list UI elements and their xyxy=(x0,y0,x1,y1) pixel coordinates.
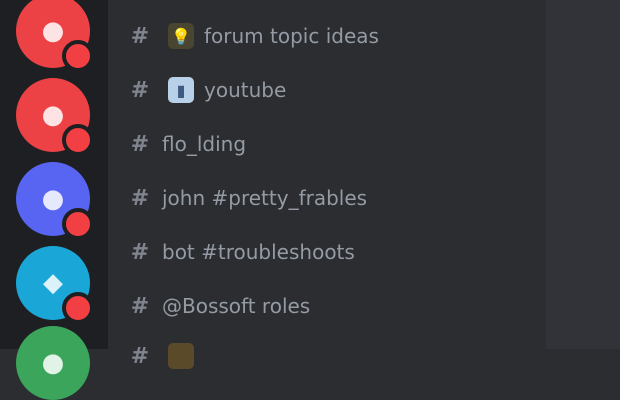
server-logo-icon: ● xyxy=(16,326,90,400)
channel-name: bot #troubleshoots xyxy=(162,240,355,264)
channel-item[interactable]: # bot #troubleshoots xyxy=(126,232,526,272)
unread-badge xyxy=(62,124,94,156)
channel-item[interactable]: # xyxy=(126,336,526,376)
unread-badge xyxy=(62,292,94,324)
hash-icon: # xyxy=(130,77,150,103)
unread-badge xyxy=(62,40,94,72)
channel-item[interactable]: # 💡 forum topic ideas xyxy=(126,16,526,56)
emoji-icon xyxy=(168,343,194,369)
channel-name: youtube xyxy=(204,78,287,102)
channel-item[interactable]: # ▮ youtube xyxy=(126,70,526,110)
channel-name: @Bossoft roles xyxy=(162,294,311,318)
hash-icon: # xyxy=(130,23,150,49)
channel-name: forum topic ideas xyxy=(204,24,379,48)
hash-icon: # xyxy=(130,185,150,211)
channel-name: john #pretty_frables xyxy=(162,186,368,210)
lightbulb-icon: 💡 xyxy=(168,23,194,49)
hash-icon: # xyxy=(130,293,150,319)
channel-item[interactable]: # flo_lding xyxy=(126,124,526,164)
unread-badge xyxy=(62,208,94,240)
server-icon[interactable]: ● xyxy=(16,162,94,240)
server-icon[interactable]: ◆ xyxy=(16,246,94,324)
server-icon[interactable]: ● xyxy=(16,326,90,400)
channel-item[interactable]: # @Bossoft roles xyxy=(126,286,526,326)
channel-list: # 💡 forum topic ideas # ▮ youtube # flo_… xyxy=(108,0,546,369)
channel-item[interactable]: # john #pretty_frables xyxy=(126,178,526,218)
content-edge xyxy=(546,0,620,349)
server-icon[interactable]: ● xyxy=(16,0,94,72)
hash-icon: # xyxy=(130,239,150,265)
server-icon[interactable]: ● xyxy=(16,78,94,156)
hash-icon: # xyxy=(130,343,150,369)
television-icon: ▮ xyxy=(168,77,194,103)
server-rail: ● ● ● ◆ ● xyxy=(0,0,108,400)
hash-icon: # xyxy=(130,131,150,157)
channel-name: flo_lding xyxy=(162,132,247,156)
